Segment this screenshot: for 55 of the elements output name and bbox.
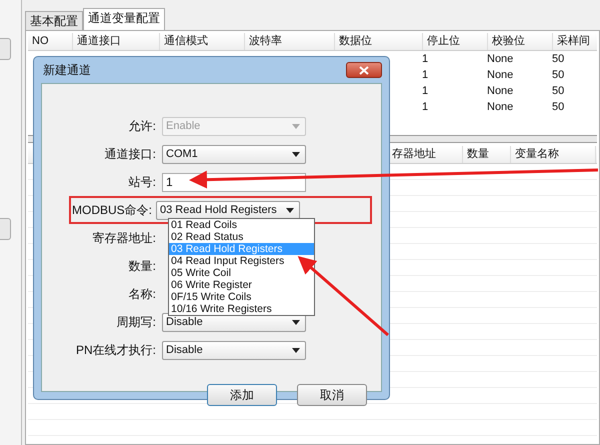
- column-header: 采样间: [553, 33, 599, 50]
- field-label: 站号:: [128, 174, 156, 190]
- table-cell-text: 50: [551, 84, 566, 99]
- dropdown-caret-icon: [286, 208, 294, 212]
- table-cell-text: 1: [421, 100, 430, 115]
- table-cell-text: 1: [421, 84, 430, 99]
- column-header: 变量名称: [511, 146, 596, 163]
- tab[interactable]: 通道变量配置: [83, 8, 165, 30]
- table-cell-text: 50: [551, 68, 566, 83]
- dropdown-option[interactable]: 06 Write Register: [169, 279, 314, 291]
- column-header: 通道接口: [73, 33, 160, 50]
- column-header: 波特率: [245, 33, 335, 50]
- table-cell-text: None: [486, 52, 514, 67]
- tab[interactable]: 基本配置: [25, 11, 83, 30]
- dropdown-option[interactable]: 10/16 Write Registers: [169, 303, 314, 315]
- column-header: 校验位: [488, 33, 553, 50]
- field-label: 数量:: [128, 258, 156, 274]
- dropdown-option[interactable]: 01 Read Coils: [169, 219, 314, 231]
- side-handle[interactable]: [0, 218, 11, 240]
- dropdown[interactable]: COM1: [162, 144, 306, 164]
- field-label: 周期写:: [116, 314, 156, 330]
- field-label: 寄存器地址:: [92, 230, 156, 246]
- field-label: 名称:: [128, 286, 156, 302]
- dropdown-option[interactable]: 04 Read Input Registers: [169, 255, 314, 267]
- field-label: PN在线才执行:: [74, 342, 156, 358]
- table-cell-text: None: [486, 68, 514, 83]
- cancel-button[interactable]: 取消: [297, 384, 367, 406]
- add-button[interactable]: 添加: [207, 384, 277, 406]
- table-cell-text: 50: [551, 100, 566, 115]
- dropdown[interactable]: 03 Read Hold Registers: [156, 200, 300, 220]
- dropdown-caret-icon: [292, 152, 300, 156]
- column-header: 停止位: [423, 33, 488, 50]
- column-header: 通信模式: [160, 33, 245, 50]
- dropdown-caret-icon: [292, 348, 300, 352]
- dropdown[interactable]: Disable: [162, 340, 306, 360]
- dropdown-option[interactable]: 02 Read Status: [169, 231, 314, 243]
- table-cell-text: None: [486, 100, 514, 115]
- column-header: 数量: [463, 146, 511, 163]
- field-label: 通道接口:: [104, 146, 156, 162]
- dropdown-caret-icon: [292, 124, 300, 128]
- table-cell-text: 1: [421, 68, 430, 83]
- side-handle[interactable]: [0, 38, 11, 60]
- dropdown-caret-icon: [292, 320, 300, 324]
- close-icon: [359, 66, 369, 74]
- dialog-title: 新建通道: [42, 62, 91, 78]
- close-button[interactable]: [346, 62, 382, 78]
- table-cell-text: 50: [551, 52, 566, 67]
- column-header: NO: [28, 33, 73, 50]
- dropdown-option[interactable]: 0F/15 Write Coils: [169, 291, 314, 303]
- field-label: 允许:: [128, 118, 156, 134]
- table-cell-text: None: [486, 84, 514, 99]
- table-cell-text: 1: [421, 52, 430, 67]
- dropdown-option[interactable]: 05 Write Coil: [169, 267, 314, 279]
- column-header: 数据位: [335, 33, 423, 50]
- field-label: MODBUS命令:: [72, 202, 150, 218]
